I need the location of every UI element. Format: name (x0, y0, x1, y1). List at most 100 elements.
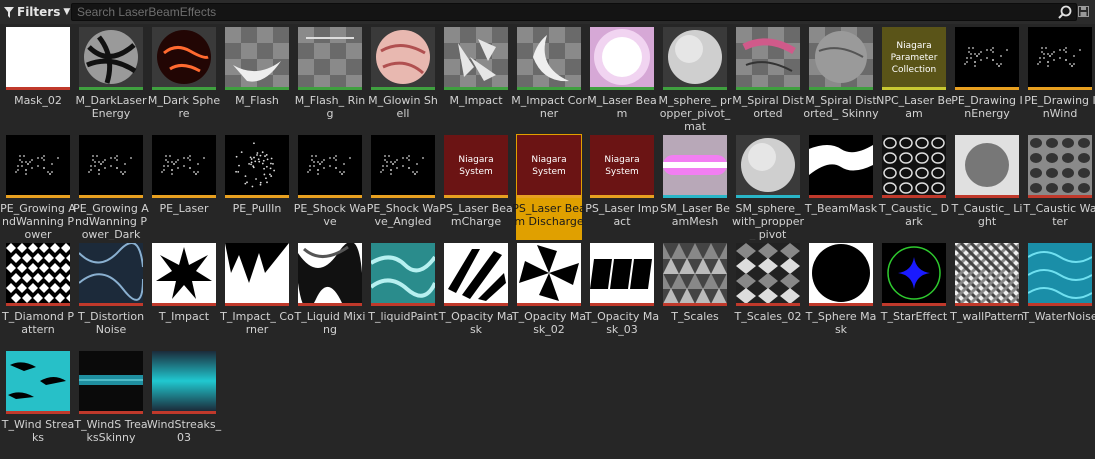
asset-label: M_Spiral Distorted (732, 94, 804, 120)
asset-label: T_BeamMask (804, 202, 878, 215)
asset-tile[interactable]: Niagara Parameter Collection NPC_Laser Beam (876, 26, 952, 132)
thumbnail-text: System (459, 167, 493, 177)
asset-label: M_Flash_ Ring (294, 94, 366, 120)
asset-type-bar (444, 195, 508, 198)
asset-tile[interactable]: PE_PullIn (224, 134, 290, 240)
asset-thumbnail (6, 135, 70, 195)
asset-label: T_Caustic Water (1023, 202, 1095, 228)
asset-tile[interactable]: T_Distortion Noise (78, 242, 144, 348)
asset-tile[interactable]: T_Opacity Mask_03 (585, 242, 659, 348)
asset-tile[interactable]: M_DarkLaser Energy (76, 26, 146, 132)
asset-tile[interactable]: M_Spiral Distorted (732, 26, 804, 132)
asset-tile[interactable]: M_sphere_ propper_pivot_ mat (659, 26, 732, 132)
asset-type-bar (882, 303, 946, 306)
asset-tile[interactable]: Niagara System PS_Laser Beam Discharge (512, 134, 586, 240)
asset-label: T_Impact_ Corner (220, 310, 294, 336)
asset-thumbnail: Niagara Parameter Collection (882, 27, 946, 87)
asset-type-bar (736, 195, 800, 198)
asset-label: WindStreaks_ 03 (146, 418, 222, 444)
asset-tile[interactable]: M_Dark Sphere (148, 26, 220, 132)
asset-label: PE_Drawing InEnergy (951, 94, 1023, 120)
asset-label: M_Dark Sphere (147, 94, 221, 120)
search-icon[interactable] (1058, 5, 1072, 19)
asset-tile[interactable]: M_Flash_ Ring (295, 26, 365, 132)
asset-tile[interactable]: T_Wind Streaks (2, 350, 74, 456)
asset-tile[interactable]: M_Glowin Shell (368, 26, 438, 132)
asset-type-bar (79, 195, 143, 198)
asset-tile[interactable]: Mask_02 (5, 26, 71, 132)
asset-tile[interactable]: Niagara System PS_Laser Impact (585, 134, 659, 240)
thumbnail-text: System (605, 167, 639, 177)
asset-tile[interactable]: PE_Laser (151, 134, 217, 240)
thumbnail-text: Collection (892, 65, 937, 75)
asset-tile[interactable]: PE_Growing AndWanning Power (0, 134, 76, 240)
asset-label: M_Flash (235, 94, 279, 107)
asset-thumbnail (663, 135, 727, 195)
thumbnail-text: Niagara (531, 155, 566, 165)
asset-tile[interactable]: PE_Drawing InEnergy (951, 26, 1023, 132)
asset-thumbnail (298, 243, 362, 303)
asset-type-bar (6, 87, 70, 90)
asset-tile[interactable]: WindStreaks_ 03 (147, 350, 221, 456)
asset-thumbnail (298, 135, 362, 195)
asset-thumbnail (152, 27, 216, 87)
asset-tile[interactable]: T_Liquid Mixing (294, 242, 366, 348)
asset-tile[interactable]: M_Laser Beam (587, 26, 657, 132)
asset-tile[interactable]: T_BeamMask (805, 134, 877, 240)
filters-button[interactable]: Filters ▼ (4, 3, 70, 21)
asset-tile[interactable]: T_Opacity Mask_02 (512, 242, 586, 348)
search-input[interactable] (71, 3, 1077, 21)
asset-type-bar (882, 195, 946, 198)
asset-thumbnail (809, 135, 873, 195)
asset-type-bar (736, 87, 800, 90)
asset-tile[interactable]: T_WindS TreaksSkinny (74, 350, 148, 456)
asset-tile[interactable]: PE_Shock Wave_Angled (367, 134, 439, 240)
asset-thumbnail (79, 243, 143, 303)
save-search-icon[interactable] (1078, 6, 1089, 17)
asset-type-bar (517, 195, 581, 198)
asset-tile[interactable]: T_StarEffect (881, 242, 947, 348)
asset-label: PE_Growing AndWanning Power_Dark (73, 202, 149, 240)
asset-tile[interactable]: T_Opacity Mask (439, 242, 513, 348)
asset-thumbnail (152, 243, 216, 303)
asset-tile[interactable]: SM_Laser BeamMesh (660, 134, 730, 240)
thumbnail-text: Niagara (896, 41, 931, 51)
asset-thumbnail (955, 243, 1019, 303)
asset-label: PE_Shock Wave_Angled (366, 202, 440, 228)
asset-tile[interactable]: T_wallPattern (950, 242, 1024, 348)
asset-type-bar (6, 411, 70, 414)
asset-tile[interactable]: M_Flash (224, 26, 290, 132)
asset-tile[interactable]: T_Impact (151, 242, 217, 348)
asset-tile[interactable]: T_Scales (662, 242, 728, 348)
asset-tile[interactable]: T_Scales_02 (734, 242, 802, 348)
asset-tile[interactable]: T_Caustic_ Light (952, 134, 1022, 240)
asset-tile[interactable]: SM_sphere_ with_propper_ pivot (732, 134, 804, 240)
asset-tile[interactable]: M_Spiral Distorted_ Skinny (803, 26, 879, 132)
asset-tile[interactable]: PE_Growing AndWanning Power_Dark (73, 134, 149, 240)
asset-label: T_Opacity Mask_02 (511, 310, 587, 336)
asset-tile[interactable]: T_liquidPaint (368, 242, 438, 348)
asset-thumbnail (444, 243, 508, 303)
asset-tile[interactable]: Niagara System PS_Laser BeamCharge (439, 134, 513, 240)
asset-tile[interactable]: T_Caustic_ Dark (879, 134, 949, 240)
asset-thumbnail (663, 243, 727, 303)
asset-tile[interactable]: T_Impact_ Corner (220, 242, 294, 348)
asset-tile[interactable]: T_Caustic Water (1023, 134, 1095, 240)
asset-label: PS_Laser BeamCharge (439, 202, 513, 228)
asset-tile[interactable]: M_Impact (443, 26, 509, 132)
asset-tile[interactable]: PE_Drawing InWind (1024, 26, 1095, 132)
asset-thumbnail (225, 27, 289, 87)
asset-type-bar (225, 195, 289, 198)
asset-thumbnail (6, 27, 70, 87)
asset-tile[interactable]: T_Diamond Pattern (2, 242, 74, 348)
asset-tile[interactable]: PE_Shock Wave (294, 134, 366, 240)
asset-type-bar (1028, 303, 1092, 306)
asset-tile[interactable]: M_Impact Corner (511, 26, 587, 132)
asset-tile[interactable]: T_Sphere Mask (806, 242, 876, 348)
asset-label: PE_Drawing InWind (1024, 94, 1095, 120)
asset-thumbnail (736, 135, 800, 195)
asset-tile[interactable]: T_WaterNoise (1022, 242, 1095, 348)
asset-type-bar (79, 87, 143, 90)
asset-type-bar (152, 303, 216, 306)
asset-label: T_Caustic_ Light (951, 202, 1023, 228)
